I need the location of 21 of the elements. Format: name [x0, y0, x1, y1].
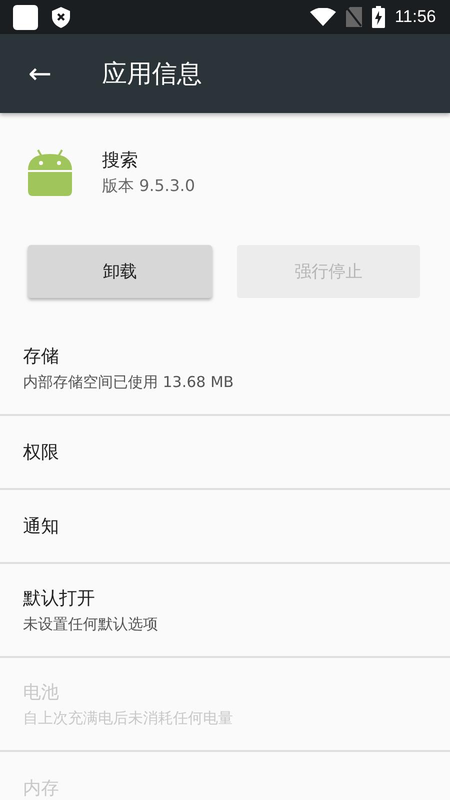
settings-item[interactable]: 存储 内部存储空间已使用 13.68 MB: [0, 322, 450, 416]
settings-item[interactable]: 通知: [0, 490, 450, 564]
no-sim-icon: [346, 7, 362, 27]
shield-icon: [52, 6, 70, 28]
settings-item[interactable]: 权限: [0, 416, 450, 490]
back-button[interactable]: ←: [25, 57, 55, 90]
setting-summary: 未设置任何默认选项: [23, 615, 159, 634]
clock: 11:56: [394, 7, 436, 27]
uninstall-button[interactable]: 卸载: [28, 245, 212, 298]
setting-summary: 内部存储空间已使用 13.68 MB: [23, 373, 235, 392]
setting-title: 默认打开: [23, 587, 96, 610]
settings-item[interactable]: 默认打开 未设置任何默认选项: [0, 564, 450, 658]
setting-title: 存储: [23, 345, 60, 368]
app-version: 版本 9.5.3.0: [102, 176, 196, 196]
screen-title: 应用信息: [102, 58, 202, 90]
battery-charging-icon: [372, 6, 385, 28]
wifi-icon: [310, 8, 336, 26]
setting-title: 权限: [23, 441, 60, 464]
setting-title: 通知: [23, 515, 60, 538]
notification-icon: [13, 4, 38, 30]
app-name: 搜索: [102, 148, 139, 172]
